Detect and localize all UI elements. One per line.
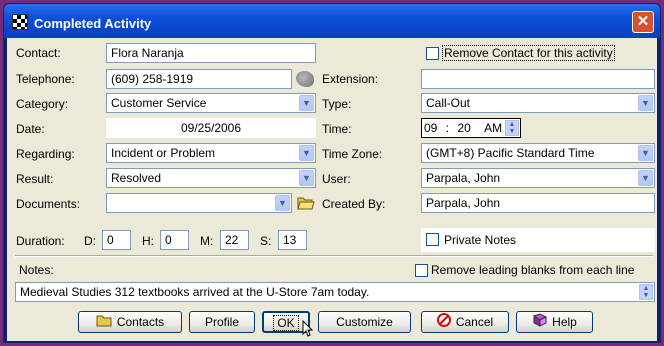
profile-button[interactable]: Profile bbox=[189, 311, 255, 333]
chevron-down-icon[interactable]: ▼ bbox=[299, 170, 314, 186]
chevron-down-icon[interactable]: ▼ bbox=[299, 145, 314, 161]
documents-label: Documents: bbox=[16, 197, 81, 211]
type-label: Type: bbox=[322, 97, 352, 111]
duration-s-label: S: bbox=[260, 234, 272, 248]
duration-minutes-field[interactable]: 22 bbox=[220, 230, 249, 250]
contacts-button[interactable]: Contacts bbox=[78, 311, 182, 333]
private-notes-box[interactable]: Private Notes bbox=[421, 228, 655, 252]
notes-scrollbar[interactable]: ▲ ▼ bbox=[639, 284, 653, 300]
close-icon: ✕ bbox=[636, 13, 650, 30]
time-minute[interactable]: 20 bbox=[457, 121, 470, 135]
user-label: User: bbox=[322, 172, 351, 186]
date-field[interactable]: 09/25/2006 bbox=[106, 118, 316, 138]
chevron-down-icon[interactable]: ▼ bbox=[638, 145, 653, 161]
remove-blanks-checkbox[interactable] bbox=[415, 264, 428, 277]
regarding-label: Regarding: bbox=[16, 147, 75, 161]
extension-label: Extension: bbox=[322, 72, 379, 86]
contacts-button-label: Contacts bbox=[116, 315, 165, 329]
result-label: Result: bbox=[16, 172, 54, 186]
help-button[interactable]: Help bbox=[516, 311, 593, 333]
spin-down-icon[interactable]: ▼ bbox=[509, 128, 516, 135]
time-field[interactable]: 09 : 20 AM ▲ ▼ bbox=[421, 118, 521, 138]
duration-hours-field[interactable]: 0 bbox=[160, 230, 189, 250]
time-zone-label: Time Zone: bbox=[322, 147, 383, 161]
notes-label: Notes: bbox=[19, 263, 54, 277]
customize-button-label: Customize bbox=[336, 315, 393, 329]
cancel-button-label: Cancel bbox=[455, 315, 494, 329]
user-value: Parpala, John bbox=[426, 171, 501, 185]
private-notes-label[interactable]: Private Notes bbox=[444, 233, 516, 247]
remove-contact-label[interactable]: Remove Contact for this activity bbox=[442, 45, 615, 61]
telephone-label: Telephone: bbox=[16, 72, 75, 86]
notes-textarea[interactable]: Medieval Studies 312 textbooks arrived a… bbox=[15, 282, 655, 302]
close-button[interactable]: ✕ bbox=[632, 11, 654, 33]
created-by-field: Parpala, John bbox=[421, 193, 655, 213]
category-value: Customer Service bbox=[111, 96, 207, 110]
open-folder-icon[interactable] bbox=[297, 196, 315, 210]
chevron-down-icon[interactable]: ▼ bbox=[299, 95, 314, 111]
spin-up-icon[interactable]: ▲ bbox=[509, 121, 516, 128]
time-hour[interactable]: 09 bbox=[424, 121, 437, 135]
duration-days-field[interactable]: 0 bbox=[102, 230, 131, 250]
help-button-label: Help bbox=[552, 315, 577, 329]
documents-select[interactable]: ▼ bbox=[106, 193, 292, 213]
type-select[interactable]: Call-Out ▼ bbox=[421, 93, 655, 113]
phone-dial-icon[interactable] bbox=[296, 71, 314, 87]
time-zone-select[interactable]: (GMT+8) Pacific Standard Time ▼ bbox=[421, 143, 655, 163]
duration-label: Duration: bbox=[16, 234, 65, 248]
time-separator: : bbox=[445, 121, 450, 135]
chevron-down-icon[interactable]: ▼ bbox=[638, 95, 653, 111]
time-zone-value: (GMT+8) Pacific Standard Time bbox=[426, 146, 595, 160]
customize-button[interactable]: Customize bbox=[318, 311, 411, 333]
ok-button-label: OK bbox=[273, 315, 299, 331]
book-icon bbox=[532, 313, 548, 333]
scroll-up-icon[interactable]: ▲ bbox=[643, 285, 650, 292]
remove-blanks-label[interactable]: Remove leading blanks from each line bbox=[431, 263, 634, 277]
profile-button-label: Profile bbox=[204, 315, 239, 329]
category-label: Category: bbox=[16, 97, 69, 111]
extension-field[interactable] bbox=[421, 69, 655, 89]
time-label: Time: bbox=[322, 122, 352, 136]
contact-label: Contact: bbox=[16, 46, 61, 60]
regarding-value: Incident or Problem bbox=[111, 146, 216, 160]
window-title: Completed Activity bbox=[34, 16, 152, 31]
date-label: Date: bbox=[16, 122, 45, 136]
type-value: Call-Out bbox=[426, 96, 471, 110]
category-select[interactable]: Customer Service ▼ bbox=[106, 93, 316, 113]
folder-icon bbox=[96, 313, 112, 333]
completed-activity-window: Completed Activity ✕ Contact: Flora Nara… bbox=[3, 3, 661, 343]
divider bbox=[15, 255, 653, 257]
checkered-flag-icon bbox=[12, 14, 28, 30]
time-spinner[interactable]: ▲ ▼ bbox=[505, 120, 519, 136]
duration-d-label: D: bbox=[84, 234, 96, 248]
duration-h-label: H: bbox=[142, 234, 154, 248]
notes-text: Medieval Studies 312 textbooks arrived a… bbox=[20, 285, 370, 299]
dialog-body: Contact: Flora Naranja Remove Contact fo… bbox=[7, 38, 657, 341]
duration-m-label: M: bbox=[200, 234, 214, 248]
duration-seconds-field[interactable]: 13 bbox=[278, 230, 307, 250]
regarding-select[interactable]: Incident or Problem ▼ bbox=[106, 143, 316, 163]
created-by-label: Created By: bbox=[322, 197, 386, 211]
no-entry-icon bbox=[436, 312, 451, 333]
result-value: Resolved bbox=[111, 171, 162, 185]
cancel-button[interactable]: Cancel bbox=[421, 311, 509, 333]
user-select[interactable]: Parpala, John ▼ bbox=[421, 168, 655, 188]
telephone-field[interactable]: (609) 258-1919 bbox=[106, 69, 292, 89]
chevron-down-icon[interactable]: ▼ bbox=[638, 170, 653, 186]
result-select[interactable]: Resolved ▼ bbox=[106, 168, 316, 188]
title-bar[interactable]: Completed Activity ✕ bbox=[4, 4, 660, 38]
private-notes-checkbox[interactable] bbox=[426, 233, 439, 246]
remove-contact-checkbox[interactable] bbox=[426, 47, 439, 60]
mouse-cursor-icon bbox=[302, 319, 314, 338]
time-ampm[interactable]: AM bbox=[484, 121, 502, 135]
contact-field[interactable]: Flora Naranja bbox=[106, 43, 316, 63]
scroll-down-icon[interactable]: ▼ bbox=[643, 292, 650, 299]
chevron-down-icon[interactable]: ▼ bbox=[275, 195, 290, 211]
